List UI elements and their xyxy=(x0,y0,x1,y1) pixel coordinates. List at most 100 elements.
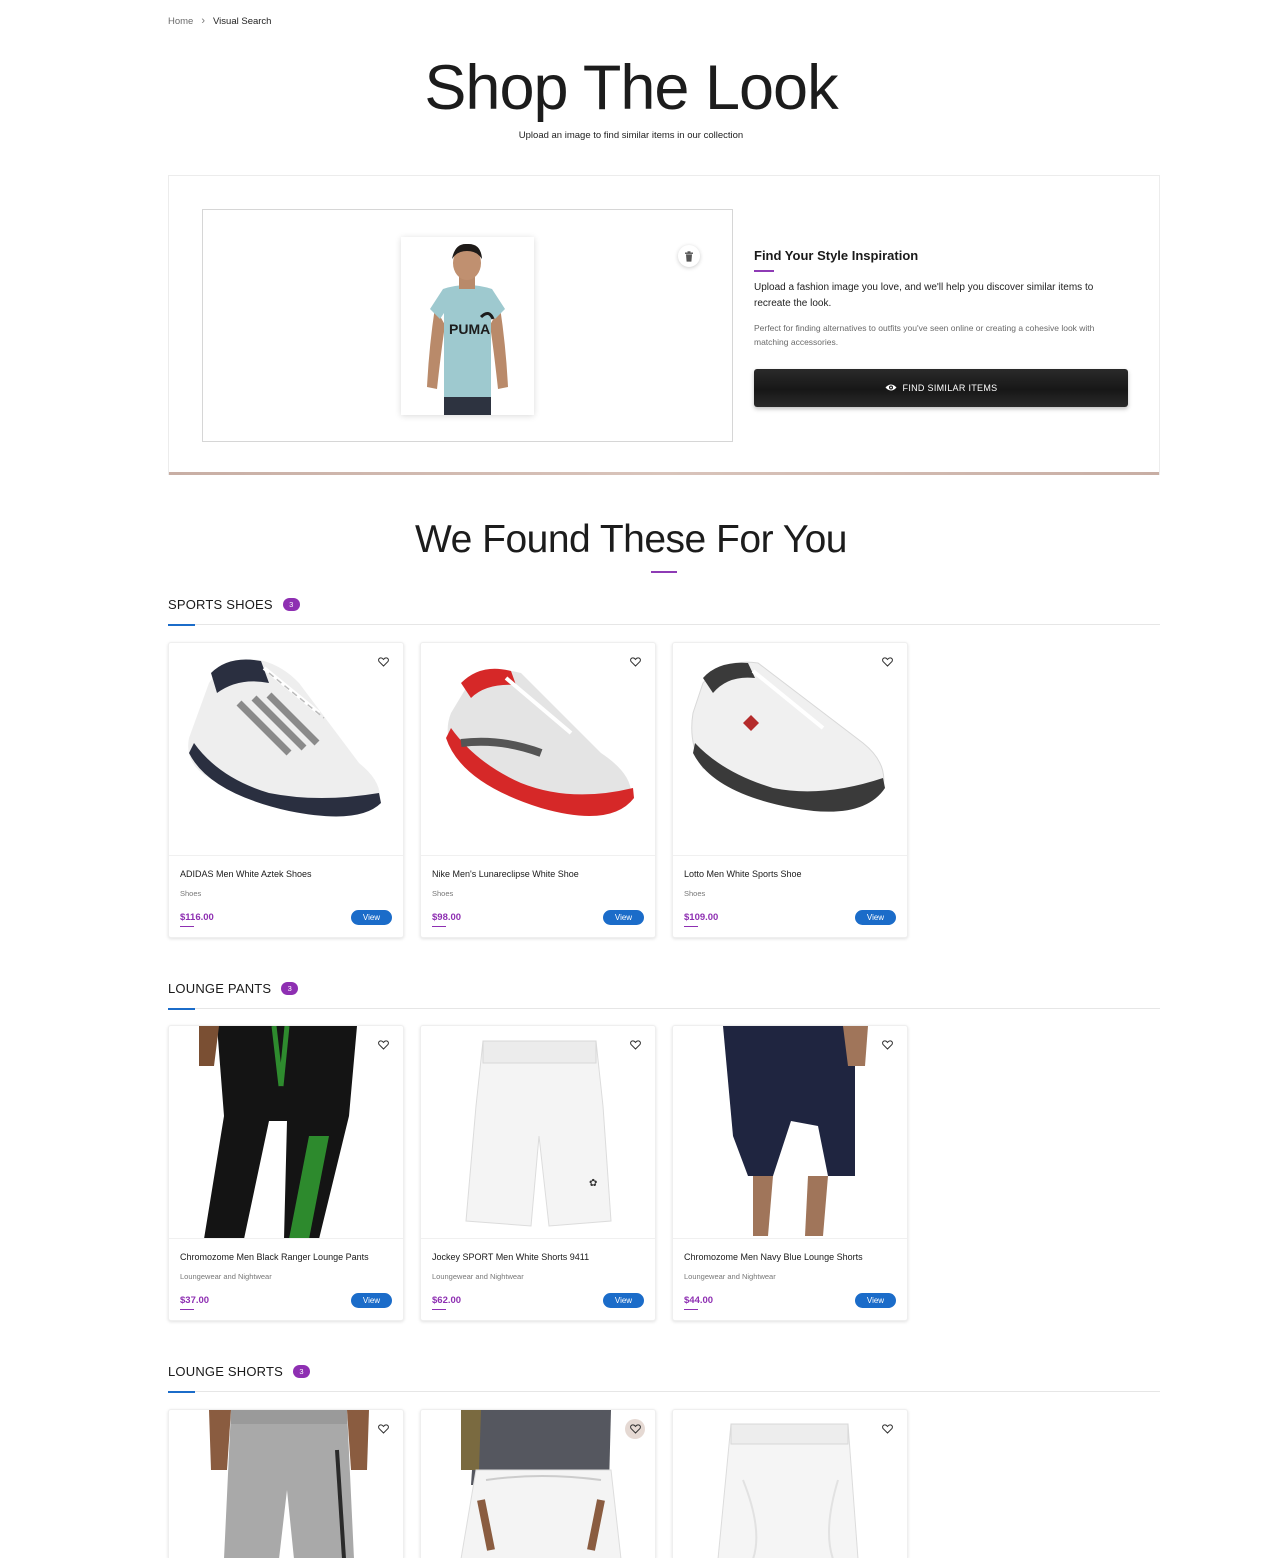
heart-icon xyxy=(881,1424,893,1434)
find-similar-button[interactable]: FIND SIMILAR ITEMS xyxy=(754,368,1128,407)
product-category: Shoes xyxy=(432,889,454,898)
adidas-shoe-image xyxy=(188,659,381,817)
favorite-button[interactable] xyxy=(373,652,393,672)
product-image[interactable]: ✿ xyxy=(421,1026,655,1239)
product-card[interactable]: Lotto Men White Sports Shoe Shoes $109.0… xyxy=(672,642,908,938)
favorite-button[interactable] xyxy=(625,1035,645,1055)
product-card[interactable]: ✿ Jockey SPORT Men White Shorts 9411 Lou… xyxy=(420,1025,656,1321)
navy-lounge-shorts-image xyxy=(723,1026,868,1236)
product-price: $116.00 xyxy=(180,912,214,923)
section-accent-line xyxy=(168,624,195,626)
product-image[interactable] xyxy=(169,1410,403,1558)
breadcrumb: Home › Visual Search xyxy=(168,15,271,27)
price-underline xyxy=(180,926,194,927)
view-button[interactable]: View xyxy=(603,910,644,925)
product-name: Chromozome Men Black Ranger Lounge Pants xyxy=(180,1252,369,1262)
svg-text:PUMA: PUMA xyxy=(449,321,490,337)
results-title: We Found These For You xyxy=(414,518,848,561)
product-card[interactable]: Nike Men's Lunareclipse White Shoe Shoes… xyxy=(420,642,656,938)
results-title-divider xyxy=(651,571,677,573)
view-button[interactable]: View xyxy=(603,1293,644,1308)
product-card[interactable]: Chromozome Men Black Ranger Lounge Pants… xyxy=(168,1025,404,1321)
product-name: Chromozome Men Navy Blue Lounge Shorts xyxy=(684,1252,863,1262)
image-dropzone[interactable]: PUMA xyxy=(202,209,733,442)
view-button[interactable]: View xyxy=(351,1293,392,1308)
product-image[interactable] xyxy=(673,1026,907,1239)
inspiration-panel: Find Your Style Inspiration Upload a fas… xyxy=(754,248,1128,407)
inspiration-heading: Find Your Style Inspiration xyxy=(754,248,919,263)
section-accent-line xyxy=(168,1391,195,1393)
product-category: Loungewear and Nightwear xyxy=(432,1272,524,1281)
breadcrumb-home-link[interactable]: Home xyxy=(168,16,193,27)
product-image[interactable] xyxy=(169,1026,403,1239)
product-image[interactable] xyxy=(169,643,403,856)
section-count-badge: 3 xyxy=(293,1365,311,1378)
product-price: $44.00 xyxy=(684,1295,714,1306)
eye-icon xyxy=(885,384,897,391)
product-image[interactable] xyxy=(673,643,907,856)
price-underline xyxy=(684,1309,698,1310)
svg-text:✿: ✿ xyxy=(589,1178,597,1189)
view-button[interactable]: View xyxy=(351,910,392,925)
heading-divider xyxy=(754,270,774,272)
product-category: Loungewear and Nightwear xyxy=(684,1272,776,1281)
favorite-button[interactable] xyxy=(877,1035,897,1055)
section-accent-line xyxy=(168,1008,195,1010)
price-underline xyxy=(432,926,446,927)
product-price: $37.00 xyxy=(180,1295,210,1306)
product-card[interactable]: Chromozome Men Navy Blue Lounge Shorts L… xyxy=(672,1025,908,1321)
heart-icon xyxy=(377,657,389,667)
grey-lounge-shorts-image xyxy=(209,1410,369,1558)
inspiration-description: Upload a fashion image you love, and we'… xyxy=(754,281,1094,309)
favorite-button[interactable] xyxy=(625,652,645,672)
heart-icon xyxy=(881,1040,893,1050)
trash-icon xyxy=(685,250,693,262)
product-image[interactable] xyxy=(421,643,655,856)
upload-panel: PUMA Find Your Style Inspiration Upload … xyxy=(168,175,1160,475)
lotto-shoe-image xyxy=(691,661,885,812)
find-similar-label: FIND SIMILAR ITEMS xyxy=(902,382,998,393)
heart-icon xyxy=(881,657,893,667)
view-button[interactable]: View xyxy=(855,1293,896,1308)
product-card[interactable]: ADIDAS Men White Aztek Shoes Shoes $116.… xyxy=(168,642,404,938)
section-title: LOUNGE PANTS xyxy=(168,981,272,996)
product-name: Jockey SPORT Men White Shorts 9411 xyxy=(432,1252,590,1262)
man-in-tshirt-image: PUMA xyxy=(401,237,534,415)
white-shorts-image xyxy=(717,1423,859,1558)
product-price: $98.00 xyxy=(432,912,462,923)
white-shorts-image: ✿ xyxy=(465,1040,612,1227)
product-name: Lotto Men White Sports Shoe xyxy=(684,869,802,879)
section-header-lounge-shorts: LOUNGE SHORTS 3 xyxy=(168,1364,1160,1393)
heart-icon xyxy=(629,1040,641,1050)
page-title: Shop The Look xyxy=(424,53,838,123)
product-name: Nike Men's Lunareclipse White Shoe xyxy=(432,869,579,879)
delete-image-button[interactable] xyxy=(678,245,700,267)
product-category: Loungewear and Nightwear xyxy=(180,1272,272,1281)
product-category: Shoes xyxy=(684,889,706,898)
section-title: SPORTS SHOES xyxy=(168,597,273,612)
favorite-button[interactable] xyxy=(625,1419,645,1439)
section-title: LOUNGE SHORTS xyxy=(168,1364,284,1379)
view-button[interactable]: View xyxy=(855,910,896,925)
nike-shoe-image xyxy=(446,668,634,816)
chevron-right-icon: › xyxy=(201,15,206,27)
heart-icon xyxy=(377,1424,389,1434)
price-underline xyxy=(684,926,698,927)
uploaded-image-preview: PUMA xyxy=(401,237,534,415)
product-image[interactable] xyxy=(421,1410,655,1558)
favorite-button[interactable] xyxy=(373,1419,393,1439)
white-lounge-shorts-image xyxy=(460,1410,622,1558)
favorite-button[interactable] xyxy=(877,652,897,672)
favorite-button[interactable] xyxy=(877,1419,897,1439)
product-name: ADIDAS Men White Aztek Shoes xyxy=(180,869,312,879)
section-count-badge: 3 xyxy=(281,982,299,995)
heart-icon xyxy=(629,657,641,667)
product-category: Shoes xyxy=(180,889,202,898)
heart-icon xyxy=(377,1040,389,1050)
favorite-button[interactable] xyxy=(373,1035,393,1055)
section-header-lounge-pants: LOUNGE PANTS 3 xyxy=(168,981,1160,1010)
product-card[interactable] xyxy=(168,1409,404,1558)
product-image[interactable] xyxy=(673,1410,907,1558)
product-card[interactable] xyxy=(420,1409,656,1558)
product-card[interactable] xyxy=(672,1409,908,1558)
